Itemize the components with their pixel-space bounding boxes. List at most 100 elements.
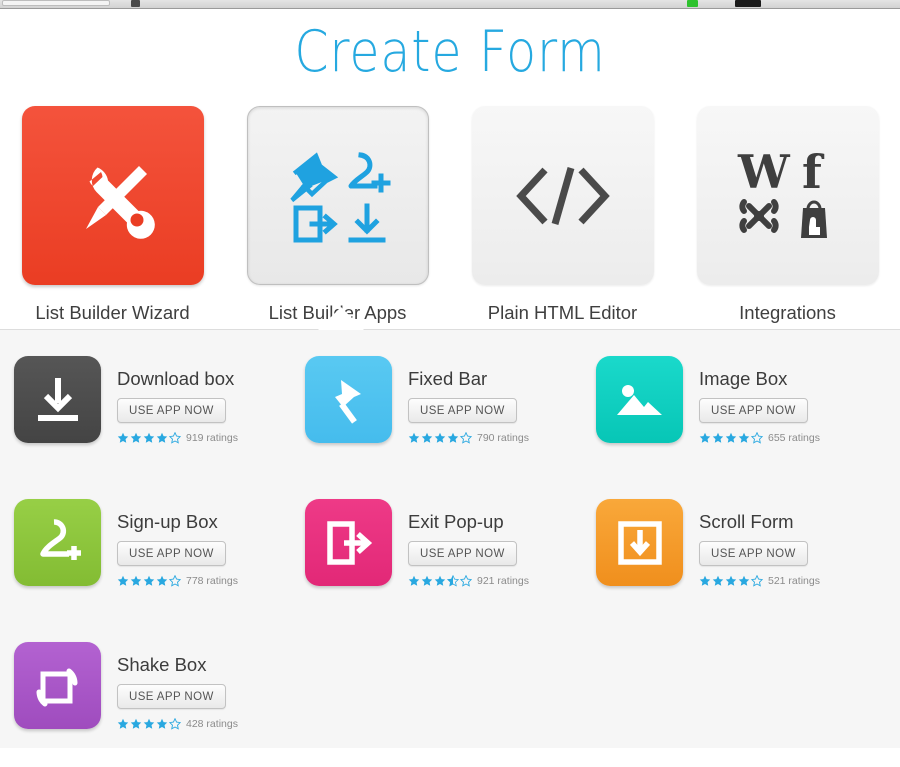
star-filled-icon	[408, 575, 420, 586]
star-empty-icon	[169, 575, 181, 587]
tab-card-integrations[interactable]: W f	[696, 106, 879, 285]
star-rating	[117, 432, 182, 444]
app-info: Shake Box USE APP NOW 428 ratings	[101, 642, 238, 767]
app-rating: 921 ratings	[408, 575, 529, 587]
star-filled-icon	[434, 575, 446, 586]
tools-wrench-screwdriver-icon	[61, 144, 165, 248]
active-tab-caret	[318, 307, 364, 330]
star-empty-icon	[751, 432, 763, 444]
app-card-exit-popup[interactable]: Exit Pop-up USE APP NOW 921 ratings	[291, 499, 582, 642]
star-filled-icon	[408, 432, 420, 443]
create-form-tabs: List Builder Wizard List Builder Apps Pl…	[0, 95, 900, 330]
tab-plain-html-editor[interactable]: Plain HTML Editor	[450, 106, 675, 329]
person-add-icon	[14, 499, 101, 586]
star-filled-icon	[447, 432, 459, 443]
star-filled-icon	[117, 575, 129, 586]
star-empty-icon	[460, 575, 472, 587]
app-name: Fixed Bar	[408, 368, 488, 389]
app-info: Fixed Bar USE APP NOW 790 ratings	[392, 356, 529, 499]
app-info: Scroll Form USE APP NOW 521 ratings	[683, 499, 820, 642]
star-filled-icon	[156, 575, 168, 586]
star-empty-icon	[751, 575, 763, 587]
star-filled-icon	[143, 575, 155, 586]
app-info: Download box USE APP NOW 919 ratings	[101, 356, 238, 499]
shopping-bag-icon	[800, 200, 827, 238]
rating-count: 778 ratings	[186, 575, 238, 587]
extension-green-icon[interactable]	[687, 0, 698, 7]
star-half-icon	[447, 575, 459, 587]
picture-icon	[596, 356, 683, 443]
app-name: Scroll Form	[699, 511, 794, 532]
tab-list-builder-apps[interactable]: List Builder Apps	[225, 106, 450, 329]
page-header: Create Form	[0, 9, 900, 95]
app-name: Shake Box	[117, 654, 207, 675]
exit-arrow-icon	[305, 499, 392, 586]
tab-label: Plain HTML Editor	[487, 302, 638, 323]
browser-toolbar	[0, 0, 900, 9]
tab-label: List Builder Wizard	[35, 302, 190, 323]
bookmark-icon[interactable]	[131, 0, 140, 7]
use-app-now-button[interactable]: USE APP NOW	[408, 398, 517, 423]
star-rating	[408, 575, 473, 587]
star-filled-icon	[130, 718, 142, 729]
tab-integrations[interactable]: W f Integrations	[675, 106, 900, 329]
app-card-fixed-bar[interactable]: Fixed Bar USE APP NOW 790 ratings	[291, 356, 582, 499]
use-app-now-button[interactable]: USE APP NOW	[117, 541, 226, 566]
tab-list-builder-wizard[interactable]: List Builder Wizard	[0, 106, 225, 329]
star-filled-icon	[725, 575, 737, 586]
use-app-now-button[interactable]: USE APP NOW	[408, 541, 517, 566]
star-filled-icon	[130, 432, 142, 443]
wordpress-w-icon: W	[737, 148, 791, 199]
rating-count: 790 ratings	[477, 432, 529, 444]
rating-count: 919 ratings	[186, 432, 238, 444]
tab-card-wizard[interactable]	[21, 106, 204, 285]
star-filled-icon	[712, 432, 724, 443]
star-filled-icon	[699, 575, 711, 586]
app-info: Exit Pop-up USE APP NOW 921 ratings	[392, 499, 529, 642]
app-name: Download box	[117, 368, 235, 389]
scroll-down-box-icon	[596, 499, 683, 586]
star-filled-icon	[434, 432, 446, 443]
star-filled-icon	[143, 432, 155, 443]
apps-grid-icon	[282, 144, 394, 248]
app-card-image-box[interactable]: Image Box USE APP NOW 655 ratings	[582, 356, 873, 499]
app-name: Exit Pop-up	[408, 511, 504, 532]
download-arrow-icon	[14, 356, 101, 443]
apps-grid: Download box USE APP NOW 919 ratings Fix…	[0, 356, 900, 767]
app-info: Image Box USE APP NOW 655 ratings	[683, 356, 820, 499]
pushpin-icon	[305, 356, 392, 443]
star-rating	[408, 432, 473, 444]
page-title: Create Form	[294, 18, 606, 85]
star-filled-icon	[738, 575, 750, 586]
tab-card-apps[interactable]	[246, 106, 429, 285]
app-card-scroll-form[interactable]: Scroll Form USE APP NOW 521 ratings	[582, 499, 873, 642]
star-filled-icon	[738, 432, 750, 443]
star-filled-icon	[712, 575, 724, 586]
address-bar-input[interactable]	[2, 0, 110, 6]
app-rating: 919 ratings	[117, 432, 238, 444]
tab-label: Integrations	[739, 302, 836, 323]
app-card-download-box[interactable]: Download box USE APP NOW 919 ratings	[0, 356, 291, 499]
rating-count: 921 ratings	[477, 575, 529, 587]
star-filled-icon	[421, 575, 433, 586]
star-filled-icon	[699, 432, 711, 443]
star-filled-icon	[725, 432, 737, 443]
joomla-icon	[738, 198, 779, 233]
extension-dark-icon[interactable]	[735, 0, 761, 7]
use-app-now-button[interactable]: USE APP NOW	[117, 398, 226, 423]
app-name: Image Box	[699, 368, 788, 389]
use-app-now-button[interactable]: USE APP NOW	[699, 398, 808, 423]
star-rating	[699, 575, 764, 587]
app-rating: 655 ratings	[699, 432, 820, 444]
use-app-now-button[interactable]: USE APP NOW	[699, 541, 808, 566]
facebook-f-icon: f	[802, 148, 825, 199]
star-filled-icon	[130, 575, 142, 586]
use-app-now-button[interactable]: USE APP NOW	[117, 684, 226, 709]
app-card-shake-box[interactable]: Shake Box USE APP NOW 428 ratings	[0, 642, 291, 767]
star-rating	[117, 575, 182, 587]
star-empty-icon	[169, 432, 181, 444]
tab-card-html[interactable]	[471, 106, 654, 285]
app-card-signup-box[interactable]: Sign-up Box USE APP NOW 778 ratings	[0, 499, 291, 642]
rating-count: 521 ratings	[768, 575, 820, 587]
app-rating: 778 ratings	[117, 575, 238, 587]
